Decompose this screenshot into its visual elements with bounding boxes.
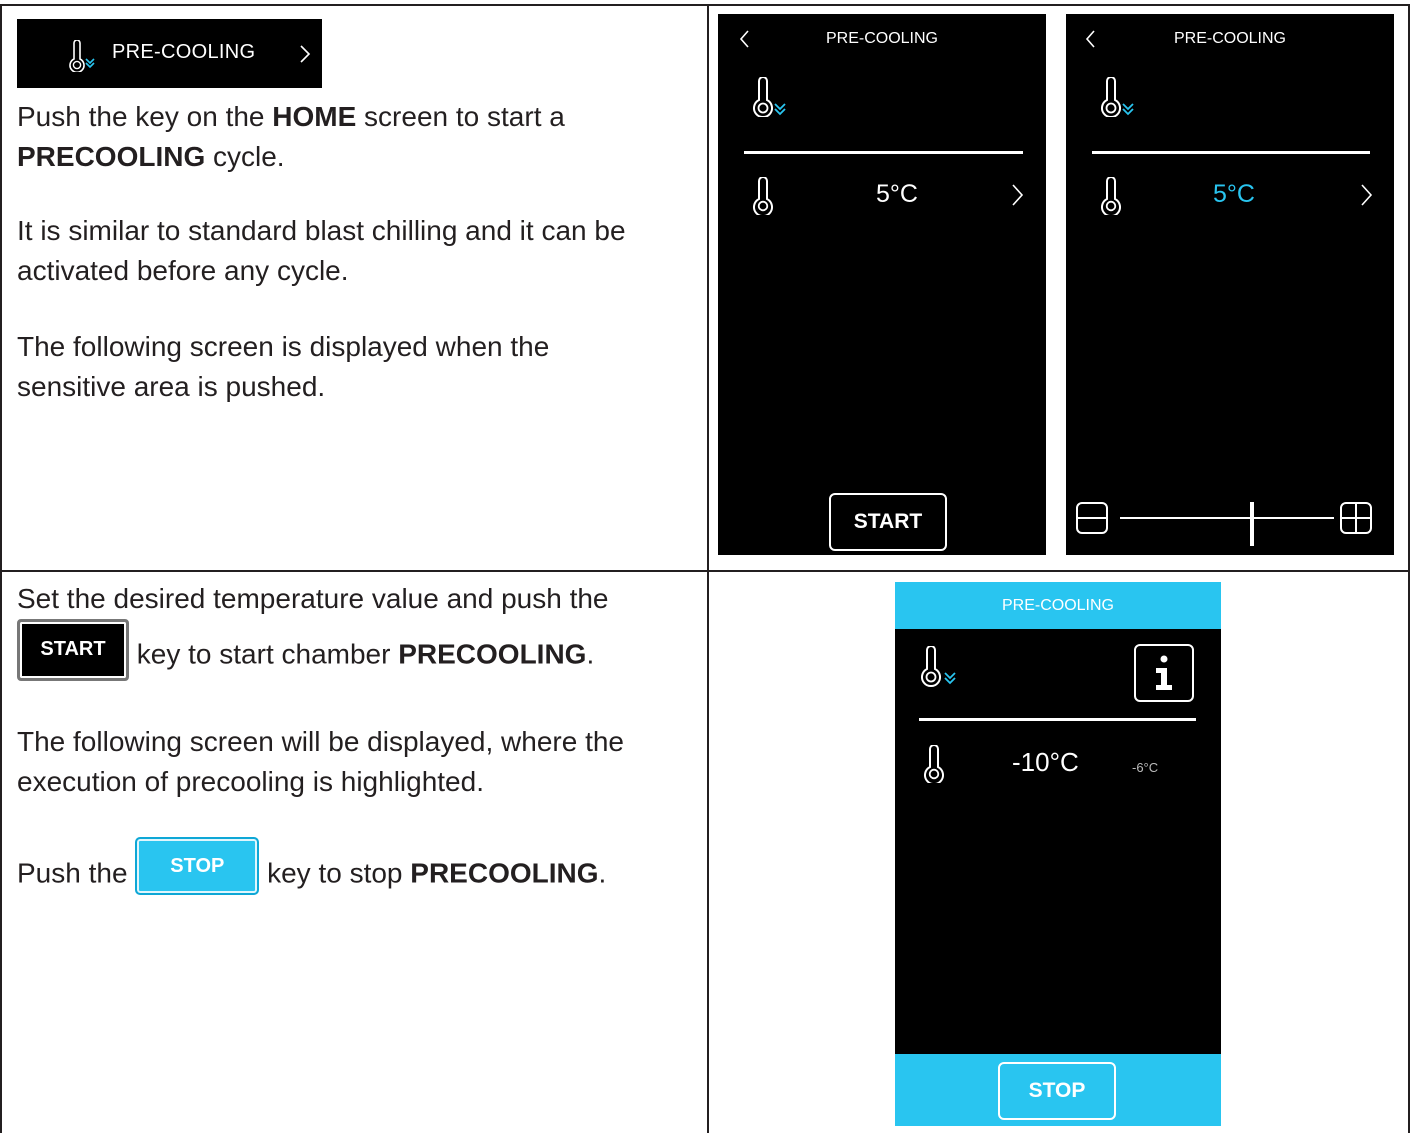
- setpoint-temperature: -10°C: [1012, 747, 1079, 777]
- stop-button[interactable]: STOP: [998, 1062, 1116, 1120]
- screen-footer: STOP: [895, 1054, 1221, 1126]
- temperature-slider[interactable]: [1120, 502, 1334, 546]
- thermometer-down-icon: [753, 77, 786, 117]
- table-row-divider: [0, 570, 1410, 572]
- precooling-emphasis: PRECOOLING: [17, 141, 206, 172]
- table-top-border: [0, 4, 1410, 6]
- screen-title-bar: PRE-COOLING: [895, 582, 1221, 629]
- minus-icon[interactable]: [1076, 502, 1108, 534]
- chevron-right-icon[interactable]: [1360, 183, 1374, 207]
- precooling-emphasis: PRECOOLING: [410, 857, 599, 889]
- home-emphasis: HOME: [272, 101, 357, 132]
- home-key-label: PRE-COOLING: [112, 41, 256, 63]
- chevron-right-icon[interactable]: [1011, 183, 1025, 207]
- instructions-paragraph-3: Push the STOP key to stop PRECOOLING.: [17, 837, 707, 904]
- set-temperature-value-highlighted[interactable]: 5°C: [1213, 180, 1255, 209]
- thermometer-icon: [753, 177, 773, 215]
- plus-icon[interactable]: [1340, 502, 1372, 534]
- thermometer-down-icon: [1101, 77, 1134, 117]
- thermometer-icon: [924, 745, 944, 783]
- start-button[interactable]: START: [829, 493, 947, 551]
- instructions-paragraph-2: The following screen will be displayed, …: [17, 726, 624, 797]
- info-icon: [1156, 655, 1172, 690]
- precooling-emphasis: PRECOOLING: [398, 638, 587, 670]
- chevron-right-icon: [300, 45, 311, 63]
- screen-divider: [1092, 151, 1370, 154]
- screen-divider: [744, 151, 1023, 154]
- screen-divider: [919, 718, 1196, 721]
- thermometer-icon: [1101, 177, 1121, 215]
- chamber-probe-temperature: -6°C: [1132, 760, 1159, 775]
- thermometer-down-icon: [69, 40, 95, 72]
- screen-title: PRE-COOLING: [1173, 30, 1286, 47]
- intro-paragraph-3: The following screen is displayed when t…: [17, 331, 550, 402]
- instructions-paragraph-1: Set the desired temperature value and pu…: [17, 579, 707, 687]
- table-column-divider: [707, 4, 709, 1133]
- start-key-illustration: START: [17, 619, 129, 681]
- screen-title: PRE-COOLING: [825, 30, 938, 47]
- precooling-setup-screen: PRE-COOLING 5°C START: [718, 14, 1046, 555]
- pre-cooling-home-key[interactable]: PRE-COOLING: [17, 19, 322, 88]
- precooling-running-screen: PRE-COOLING -10°C -6°C STOP: [895, 582, 1221, 1126]
- thermometer-down-icon: [921, 646, 956, 688]
- stop-key-illustration: STOP: [135, 837, 260, 895]
- intro-paragraph-2: It is similar to standard blast chilling…: [17, 215, 626, 286]
- info-button[interactable]: [1134, 644, 1194, 702]
- table-left-border: [0, 4, 2, 1133]
- precooling-adjust-screen: PRE-COOLING 5°C: [1066, 14, 1394, 555]
- intro-paragraph-1: Push the key on the HOME screen to start…: [17, 101, 565, 172]
- set-temperature-value[interactable]: 5°C: [876, 180, 918, 209]
